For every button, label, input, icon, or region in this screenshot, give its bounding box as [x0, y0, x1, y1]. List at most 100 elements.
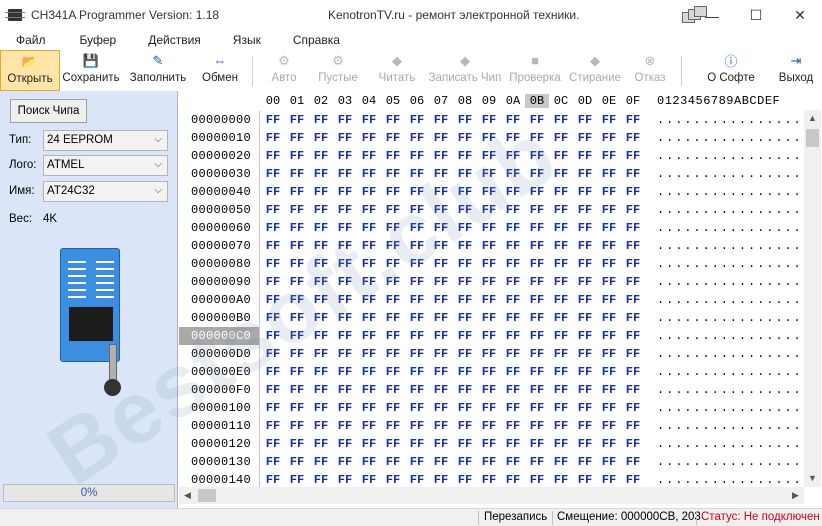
- hex-byte[interactable]: FF: [405, 347, 429, 361]
- hex-byte[interactable]: FF: [309, 275, 333, 289]
- hex-byte[interactable]: FF: [309, 383, 333, 397]
- hex-byte[interactable]: FF: [525, 473, 549, 487]
- hex-ascii[interactable]: ................: [657, 383, 803, 397]
- hex-byte[interactable]: FF: [453, 329, 477, 343]
- hex-byte[interactable]: FF: [309, 365, 333, 379]
- toolbar-chip-write-button[interactable]: ◆ Записать Чип: [425, 50, 505, 91]
- hex-byte[interactable]: FF: [549, 239, 573, 253]
- hex-byte[interactable]: FF: [309, 419, 333, 433]
- hex-byte[interactable]: FF: [549, 293, 573, 307]
- hex-byte[interactable]: FF: [573, 275, 597, 289]
- hex-byte[interactable]: FF: [333, 347, 357, 361]
- hex-byte[interactable]: FF: [381, 329, 405, 343]
- hex-byte[interactable]: FF: [573, 221, 597, 235]
- hex-byte[interactable]: FF: [405, 311, 429, 325]
- hex-byte[interactable]: FF: [357, 347, 381, 361]
- hex-byte[interactable]: FF: [453, 419, 477, 433]
- hex-byte[interactable]: FF: [261, 293, 285, 307]
- hex-byte[interactable]: FF: [309, 329, 333, 343]
- hex-byte[interactable]: FF: [477, 311, 501, 325]
- hex-byte[interactable]: FF: [333, 365, 357, 379]
- hex-byte[interactable]: FF: [285, 365, 309, 379]
- hex-byte[interactable]: FF: [309, 347, 333, 361]
- hex-byte[interactable]: FF: [261, 149, 285, 163]
- hex-byte[interactable]: FF: [525, 239, 549, 253]
- hex-byte[interactable]: FF: [381, 437, 405, 451]
- hex-byte[interactable]: FF: [357, 131, 381, 145]
- hex-byte[interactable]: FF: [453, 257, 477, 271]
- hex-byte[interactable]: FF: [453, 473, 477, 487]
- hex-byte[interactable]: FF: [477, 167, 501, 181]
- hex-byte[interactable]: FF: [285, 437, 309, 451]
- hex-byte[interactable]: FF: [501, 131, 525, 145]
- hex-byte[interactable]: FF: [621, 455, 645, 469]
- hex-byte[interactable]: FF: [573, 311, 597, 325]
- hex-byte[interactable]: FF: [573, 455, 597, 469]
- hex-byte[interactable]: FF: [405, 185, 429, 199]
- hex-byte[interactable]: FF: [261, 275, 285, 289]
- menu-buffer[interactable]: Буфер: [60, 31, 131, 50]
- hex-byte[interactable]: FF: [381, 203, 405, 217]
- hex-byte[interactable]: FF: [285, 203, 309, 217]
- hex-byte[interactable]: FF: [333, 473, 357, 487]
- hex-byte[interactable]: FF: [333, 149, 357, 163]
- hex-byte[interactable]: FF: [309, 221, 333, 235]
- hex-byte[interactable]: FF: [429, 113, 453, 127]
- hex-byte[interactable]: FF: [453, 383, 477, 397]
- maximize-button[interactable]: ☐: [734, 0, 778, 31]
- hex-ascii[interactable]: ................: [657, 437, 803, 451]
- hex-byte[interactable]: FF: [429, 401, 453, 415]
- hex-byte[interactable]: FF: [333, 113, 357, 127]
- hex-byte[interactable]: FF: [525, 437, 549, 451]
- hex-byte[interactable]: FF: [549, 473, 573, 487]
- hex-byte[interactable]: FF: [477, 329, 501, 343]
- toolbar-fill-button[interactable]: ✎ Заполнить: [122, 50, 194, 91]
- hex-byte[interactable]: FF: [453, 293, 477, 307]
- hex-byte[interactable]: FF: [309, 473, 333, 487]
- hex-byte[interactable]: FF: [381, 149, 405, 163]
- hex-byte[interactable]: FF: [381, 131, 405, 145]
- hex-bytes[interactable]: FF FF FF FF FF FF FF FF FF FF FF FF FF FF FF FF: [261, 381, 644, 399]
- hex-byte[interactable]: FF: [549, 401, 573, 415]
- hex-byte[interactable]: FF: [621, 365, 645, 379]
- hex-byte[interactable]: FF: [477, 257, 501, 271]
- toolbar-chip-read-button[interactable]: ◆ Читать: [369, 50, 425, 91]
- hex-byte[interactable]: FF: [453, 185, 477, 199]
- hex-byte[interactable]: FF: [573, 365, 597, 379]
- hex-byte[interactable]: FF: [501, 239, 525, 253]
- hex-byte[interactable]: FF: [525, 167, 549, 181]
- hex-byte[interactable]: FF: [573, 185, 597, 199]
- hex-byte[interactable]: FF: [357, 455, 381, 469]
- hex-bytes[interactable]: FF FF FF FF FF FF FF FF FF FF FF FF FF FF FF FF: [261, 309, 644, 327]
- minimize-button[interactable]: —: [690, 0, 734, 31]
- hex-byte[interactable]: FF: [381, 113, 405, 127]
- hex-byte[interactable]: FF: [525, 113, 549, 127]
- hex-byte[interactable]: FF: [597, 401, 621, 415]
- hex-byte[interactable]: FF: [621, 149, 645, 163]
- hex-byte[interactable]: FF: [357, 293, 381, 307]
- hex-byte[interactable]: FF: [429, 131, 453, 145]
- hex-byte[interactable]: FF: [501, 419, 525, 433]
- hex-byte[interactable]: FF: [333, 131, 357, 145]
- hex-byte[interactable]: FF: [405, 221, 429, 235]
- hex-byte[interactable]: FF: [381, 275, 405, 289]
- scroll-down-icon[interactable]: ▼: [804, 470, 821, 487]
- vertical-scroll-thumb[interactable]: [806, 129, 819, 147]
- hex-byte[interactable]: FF: [621, 401, 645, 415]
- hex-byte[interactable]: FF: [309, 293, 333, 307]
- toolbar-folder-open-button[interactable]: 📂 Открыть: [0, 50, 60, 91]
- hex-bytes[interactable]: FF FF FF FF FF FF FF FF FF FF FF FF FF FF FF FF: [261, 435, 644, 453]
- hex-byte[interactable]: FF: [285, 113, 309, 127]
- hex-byte[interactable]: FF: [549, 221, 573, 235]
- hex-byte[interactable]: FF: [525, 203, 549, 217]
- hex-byte[interactable]: FF: [429, 167, 453, 181]
- hex-byte[interactable]: FF: [429, 365, 453, 379]
- hex-byte[interactable]: FF: [381, 221, 405, 235]
- hex-byte[interactable]: FF: [501, 401, 525, 415]
- hex-ascii[interactable]: ................: [657, 347, 803, 361]
- vertical-scrollbar[interactable]: ▲ ▼: [804, 110, 821, 487]
- hex-byte[interactable]: FF: [597, 203, 621, 217]
- hex-byte[interactable]: FF: [525, 329, 549, 343]
- hex-byte[interactable]: FF: [501, 329, 525, 343]
- hex-byte[interactable]: FF: [429, 455, 453, 469]
